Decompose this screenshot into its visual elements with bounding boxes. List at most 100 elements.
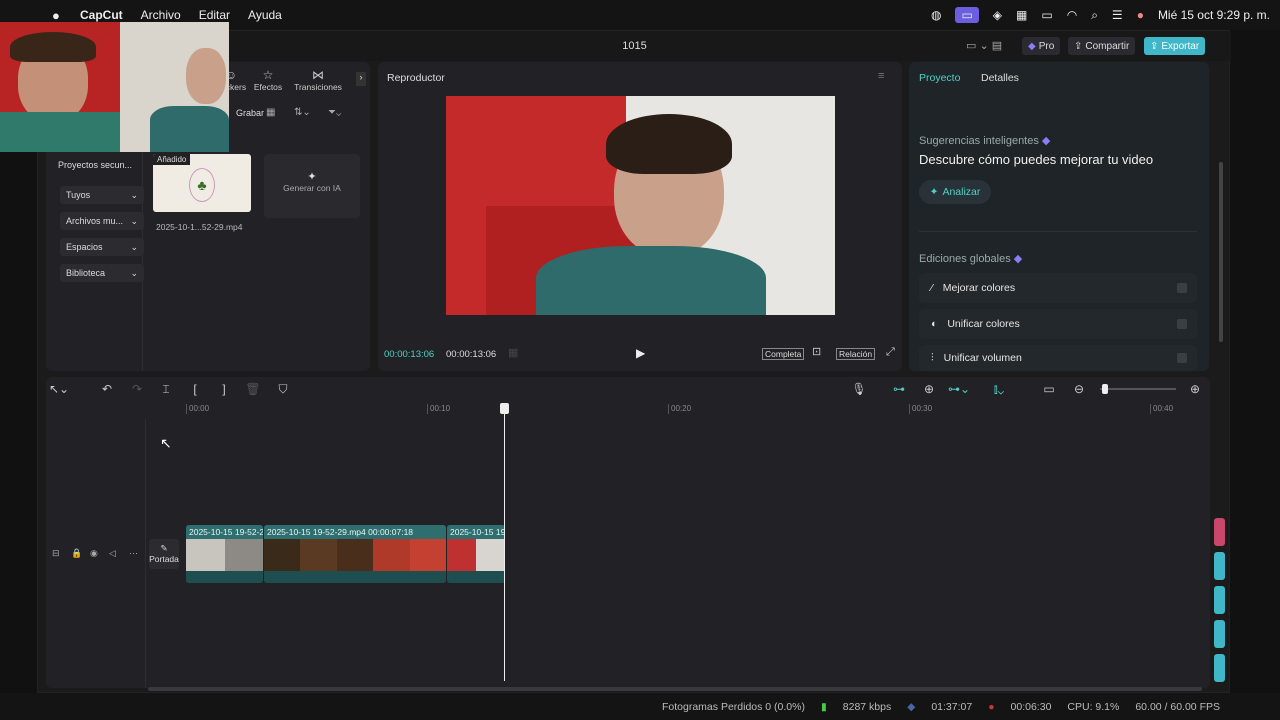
tab-details[interactable]: Detalles bbox=[981, 72, 1019, 84]
snap-icon[interactable]: ⊶⌄ bbox=[948, 381, 970, 397]
grid-icon[interactable]: ▦ bbox=[1016, 8, 1027, 22]
media-thumbnail[interactable]: Añadido ♣ bbox=[153, 154, 251, 212]
trim-right-icon[interactable]: ] bbox=[215, 381, 233, 397]
smart-heading: Descubre cómo puedes mejorar tu video bbox=[919, 152, 1154, 167]
horizontal-scrollbar[interactable] bbox=[148, 687, 1202, 691]
tab-transitions[interactable]: ⋈ Transiciones bbox=[290, 68, 346, 92]
control-center-icon[interactable]: ☰ bbox=[1112, 8, 1123, 22]
playhead-handle[interactable] bbox=[500, 403, 509, 414]
scrollbar[interactable] bbox=[1219, 162, 1223, 342]
cover-button[interactable]: ✎ Portada bbox=[149, 539, 179, 569]
unify-volume-row[interactable]: ⫶ Unificar volumen bbox=[919, 345, 1197, 371]
tab-effects[interactable]: ☆ Efectos bbox=[250, 68, 286, 92]
ratio-button[interactable]: Relación bbox=[836, 348, 876, 360]
screen-record-icon[interactable]: ▭ bbox=[955, 7, 979, 23]
view-grid-icon[interactable]: ▦ bbox=[266, 107, 275, 118]
ruler-tick: 00:30 bbox=[909, 404, 932, 414]
webcam-overlay bbox=[0, 22, 229, 152]
ruler-tick: 00:40 bbox=[1150, 404, 1173, 414]
microphone-icon[interactable]: 🎙 bbox=[850, 381, 868, 397]
share-button[interactable]: ⇪ Compartir bbox=[1068, 37, 1136, 55]
side-widget[interactable] bbox=[1214, 620, 1225, 648]
droplet-icon[interactable]: ◈ bbox=[993, 8, 1002, 22]
toggle-checkbox[interactable] bbox=[1177, 353, 1187, 363]
star-icon: ☆ bbox=[262, 68, 274, 82]
undo-icon[interactable]: ↶ bbox=[98, 381, 116, 397]
trim-left-icon[interactable]: [ bbox=[186, 381, 204, 397]
link-icon[interactable]: ⊶ bbox=[890, 381, 908, 397]
preview-axis-icon[interactable]: ⫾⌄ bbox=[990, 381, 1008, 397]
video-frame bbox=[446, 96, 835, 315]
eye-icon[interactable]: ◉ bbox=[90, 548, 98, 559]
search-icon[interactable]: ⌕ bbox=[1091, 8, 1098, 23]
record-button[interactable]: Grabar bbox=[236, 108, 264, 118]
sidebar-item-yours[interactable]: Tuyos ⌄ bbox=[60, 186, 144, 204]
chevron-right-icon[interactable]: › bbox=[356, 72, 366, 86]
export-button[interactable]: ⇪ Exportar bbox=[1144, 37, 1206, 55]
tab-project[interactable]: Proyecto bbox=[919, 72, 960, 84]
playhead[interactable] bbox=[500, 403, 509, 681]
sidebar-item-spaces[interactable]: Espacios ⌄ bbox=[60, 238, 144, 256]
stream-icon: ◆ bbox=[907, 700, 916, 713]
color-icon: ◐ bbox=[931, 318, 938, 330]
menu-editar[interactable]: Editar bbox=[199, 8, 230, 22]
enhance-colors-row[interactable]: ⁄ Mejorar colores bbox=[919, 273, 1197, 303]
menu-ayuda[interactable]: Ayuda bbox=[248, 8, 282, 22]
globe-icon[interactable]: ◍ bbox=[931, 8, 941, 22]
zoom-in-icon[interactable]: ⊕ bbox=[1186, 381, 1204, 397]
select-cursor-icon[interactable]: ↖⌄ bbox=[49, 381, 69, 397]
split-icon[interactable]: ⌶ bbox=[157, 381, 175, 397]
toggle-checkbox[interactable] bbox=[1177, 319, 1187, 329]
app-menu[interactable]: CapCut bbox=[80, 8, 123, 22]
siri-icon[interactable]: ● bbox=[1137, 8, 1144, 22]
apple-icon[interactable]: ● bbox=[52, 8, 60, 23]
screen-icon[interactable]: ▭ bbox=[1040, 381, 1058, 397]
full-quality-button[interactable]: Completa bbox=[762, 348, 805, 360]
lock-icon[interactable]: 🔒 bbox=[71, 548, 82, 559]
sidebar-item-files[interactable]: Archivos mu... ⌄ bbox=[60, 212, 144, 230]
side-widget[interactable] bbox=[1214, 518, 1225, 546]
snapshot-icon[interactable]: ⊡ bbox=[812, 345, 821, 358]
dropped-frames: Fotogramas Perdidos 0 (0.0%) bbox=[662, 700, 805, 713]
track-collapse-icon[interactable]: ⊟ bbox=[52, 548, 60, 559]
redo-icon[interactable]: ↷ bbox=[128, 381, 146, 397]
delete-icon[interactable]: 🗑 bbox=[244, 381, 262, 397]
side-widget[interactable] bbox=[1214, 654, 1225, 682]
zoom-slider[interactable] bbox=[1100, 384, 1176, 394]
ruler-tick: 00:00 bbox=[186, 404, 209, 414]
generate-ai-button[interactable]: ✦ Generar con IA bbox=[264, 154, 360, 218]
clock[interactable]: Mié 15 oct 9:29 p. m. bbox=[1158, 8, 1270, 22]
pro-button[interactable]: ◆ Pro bbox=[1022, 37, 1061, 55]
right-panel: Proyecto Detalles Sugerencias inteligent… bbox=[909, 62, 1223, 371]
side-widget[interactable] bbox=[1214, 586, 1225, 614]
filter-icon[interactable]: ⏷⌄ bbox=[328, 107, 341, 118]
diamond-icon: ◆ bbox=[1013, 253, 1023, 265]
current-time: 00:00:13:06 bbox=[384, 349, 435, 360]
layout-icon[interactable]: ▭ ⌄ ▤ bbox=[966, 39, 1002, 52]
sort-icon[interactable]: ⇅⌄ bbox=[294, 107, 311, 118]
speaker-icon[interactable]: ◁ bbox=[109, 548, 116, 559]
person-right bbox=[186, 48, 226, 104]
more-icon[interactable]: ⋯ bbox=[129, 548, 138, 559]
unify-colors-row[interactable]: ◐ Unificar colores bbox=[919, 309, 1197, 339]
magnet-icon[interactable]: ⊕ bbox=[920, 381, 938, 397]
zoom-out-icon[interactable]: ⊖ bbox=[1070, 381, 1088, 397]
timecode-grid-icon[interactable]: ▦ bbox=[508, 346, 518, 359]
sidebar-item-library[interactable]: Biblioteca ⌄ bbox=[60, 264, 144, 282]
fullscreen-icon[interactable]: ⤢ bbox=[886, 346, 895, 359]
side-widget[interactable] bbox=[1214, 552, 1225, 580]
play-icon[interactable]: ▶ bbox=[636, 346, 645, 360]
battery-icon[interactable]: ▭ bbox=[1041, 8, 1052, 22]
toggle-checkbox[interactable] bbox=[1177, 283, 1187, 293]
sparkle-icon: ✦ bbox=[929, 186, 939, 198]
video-clip[interactable]: 2025-10-15 19-52-2 bbox=[186, 525, 263, 583]
zoom-slider-thumb[interactable] bbox=[1102, 384, 1108, 394]
video-clip[interactable]: 2025-10-15 19 bbox=[447, 525, 505, 583]
video-clip[interactable]: 2025-10-15 19-52-29.mp4 00:00:07:18 bbox=[264, 525, 446, 583]
analyze-button[interactable]: ✦ Analizar bbox=[919, 180, 991, 204]
sidebar-item-secondary[interactable]: Proyectos secun... bbox=[58, 160, 132, 170]
menu-icon[interactable]: ≡ bbox=[878, 70, 884, 82]
wifi-icon[interactable]: ◠ bbox=[1067, 8, 1077, 22]
menu-archivo[interactable]: Archivo bbox=[141, 8, 181, 22]
shield-icon[interactable]: ⛉ bbox=[274, 381, 292, 397]
